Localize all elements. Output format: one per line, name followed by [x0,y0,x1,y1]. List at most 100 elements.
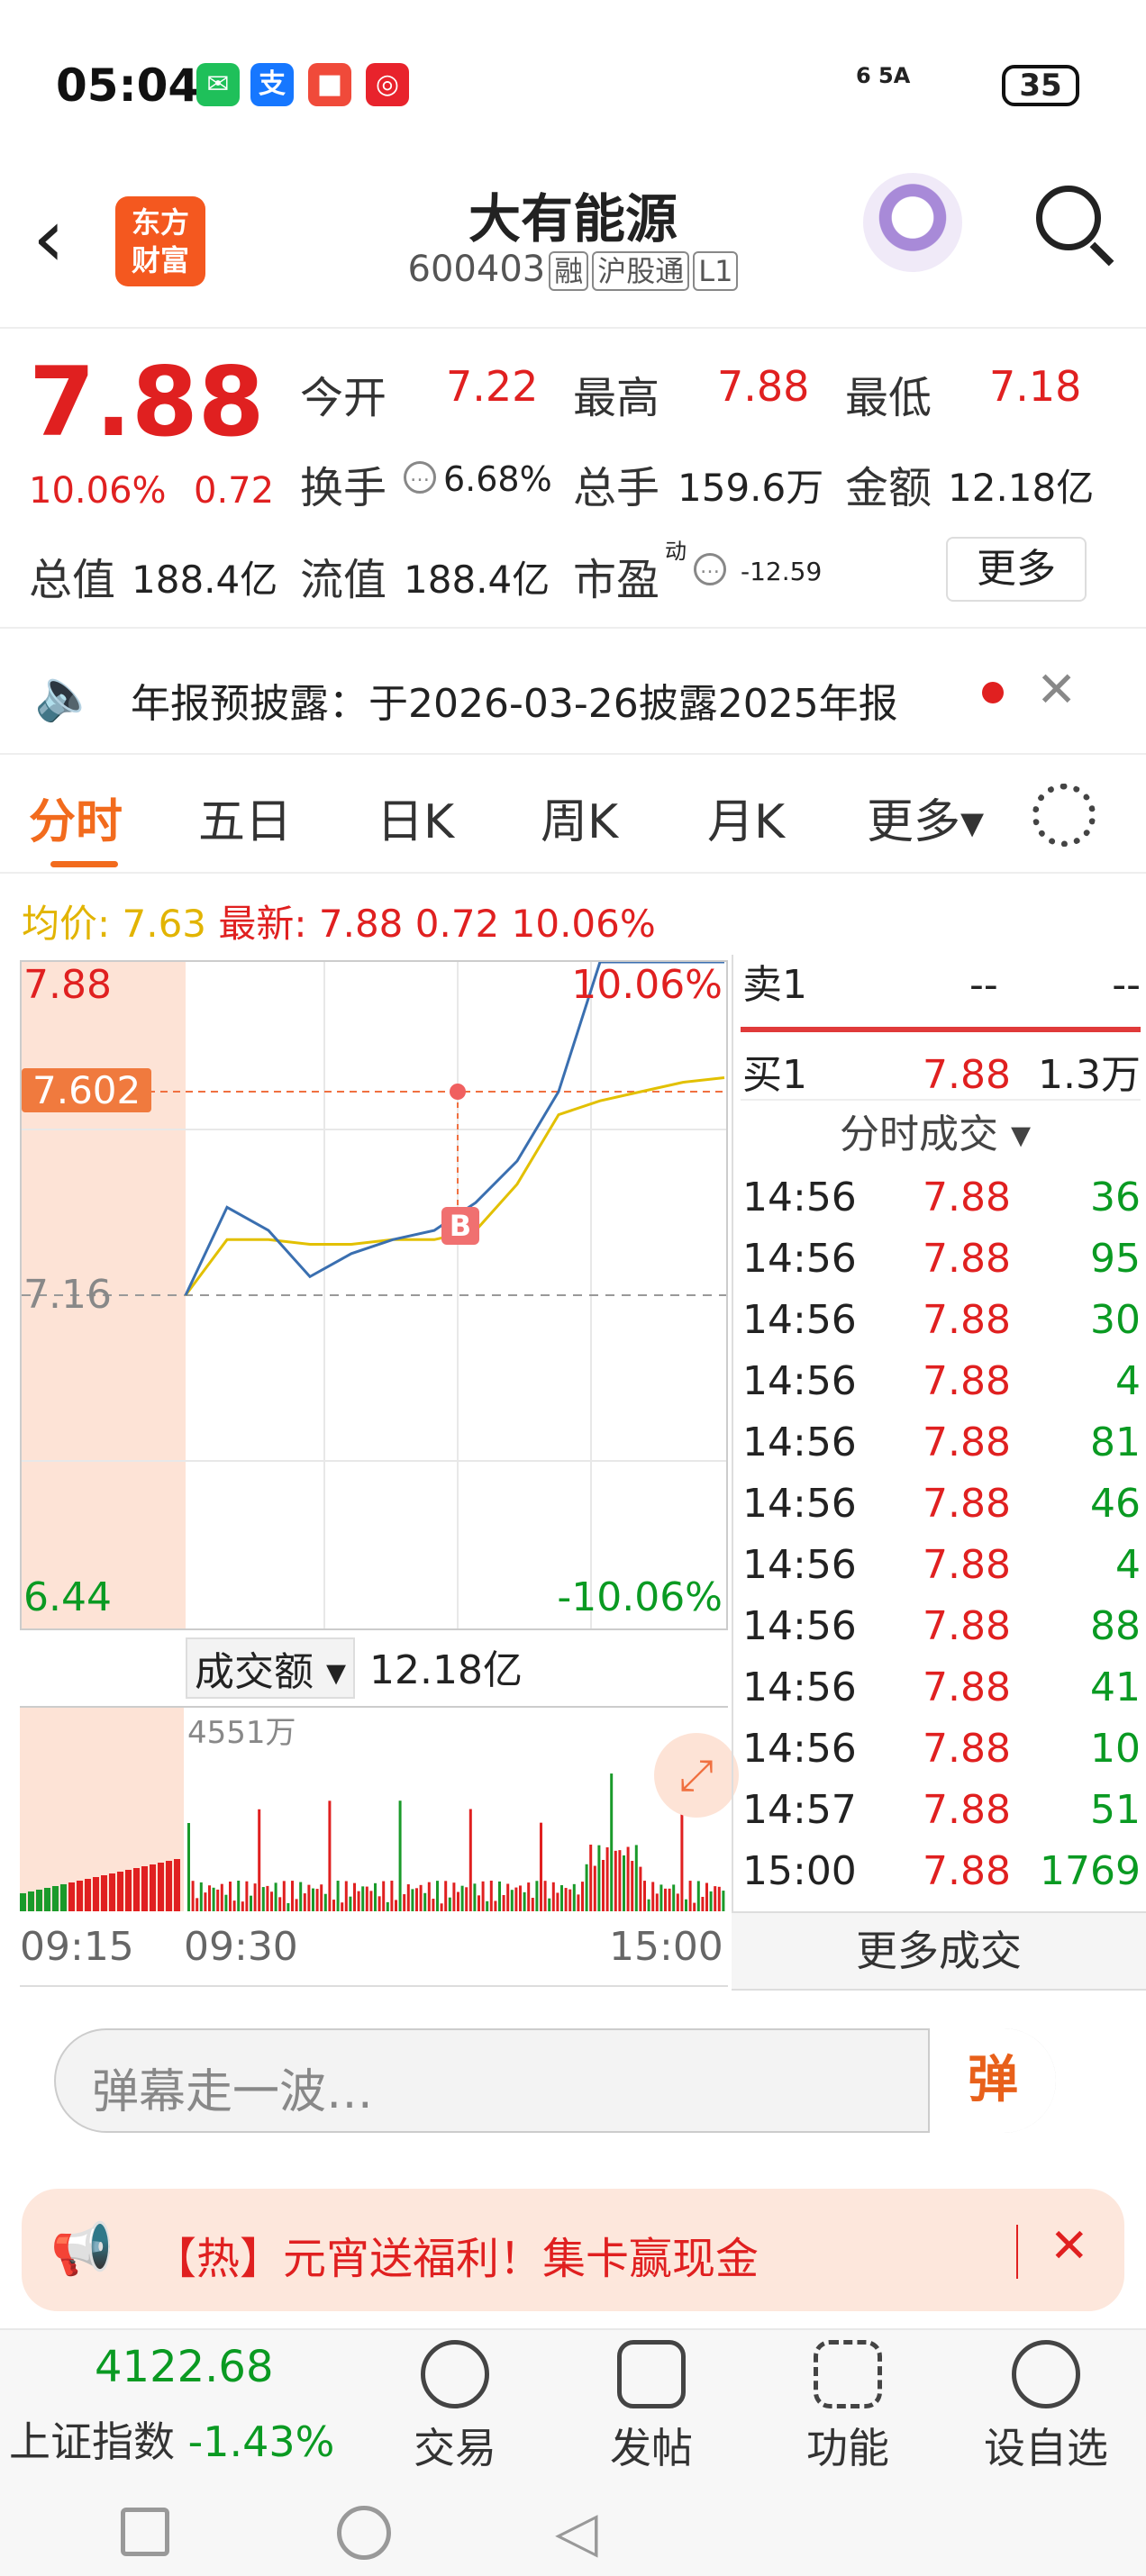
volume-bar [626,1846,630,1911]
volume-bar [411,1889,414,1911]
tag-level: L1 [693,251,739,291]
volume-bar [535,1881,539,1911]
volume-bar [527,1882,531,1911]
volume-bar [714,1886,717,1911]
volume-bar [709,1891,713,1911]
mktcap-value: 188.4亿 [132,558,278,602]
recents-icon[interactable] [121,2508,169,2556]
volume-bar [286,1902,290,1911]
speaker-icon: 🔈 [34,666,97,724]
volume-bar [589,1845,593,1911]
tab-monthly[interactable]: 月K [707,784,785,851]
more-button[interactable]: 更多 [946,537,1087,602]
price-chart[interactable]: 7.88 10.06% 7.602 7.16 6.44 -10.06% B [20,960,728,1630]
change-percent: 10.06% [29,470,167,512]
volume-bar [514,1887,518,1911]
tag-margin: 融 [549,251,589,291]
promo-text[interactable]: 【热】元宵送福利！集卡赢现金 [153,2223,759,2286]
chart-divider [20,1985,728,1987]
volume-bar [303,1893,306,1911]
volume-selector[interactable]: 成交额 ▾ [186,1637,356,1699]
nav-watchlist[interactable]: 设自选 [978,2340,1114,2475]
volume-bar [631,1861,634,1911]
back-nav-icon[interactable]: ◁ [555,2499,598,2564]
volume-bar [668,1888,671,1911]
tab-daily[interactable]: 日K [377,784,454,851]
volume-bar [60,1884,67,1911]
volume-bar [216,1889,220,1911]
tab-five-day[interactable]: 五日 [198,784,292,851]
ticks-selector[interactable]: 分时成交 ▾ [733,1104,1141,1166]
volume-bar [436,1881,439,1911]
volume-bar [639,1866,642,1911]
volume-bar [278,1897,282,1911]
index-info[interactable]: 上证指数 -1.43% [9,2409,334,2469]
avg-price-line [184,1076,725,1296]
volume-bar [568,1889,572,1911]
volume-bar [705,1882,708,1911]
volume-bar [651,1882,655,1911]
amount-label: 金额 [845,463,932,513]
volume-bar [468,1809,472,1911]
volume-bar [133,1868,140,1911]
close-icon[interactable]: ✕ [1036,661,1077,718]
volume-bar [655,1893,659,1911]
volume-value: 159.6万 [678,466,824,510]
volume-bar [332,1900,335,1911]
tab-more[interactable]: 更多▾ [867,784,984,851]
expand-icon[interactable]: ⤢ [654,1733,739,1818]
pe-info-icon[interactable]: … [694,553,726,585]
edit-icon [617,2340,686,2408]
volume-bar [556,1892,559,1911]
nav-functions[interactable]: 功能 [780,2340,915,2475]
volume-bar [481,1881,485,1911]
index-value[interactable]: 4122.68 [95,2342,274,2392]
volume-bar [581,1882,584,1911]
volume-bar [452,1882,456,1911]
volume-bar [634,1845,638,1911]
bottom-pct-label: -10.06% [557,1574,723,1620]
buy-marker[interactable]: B [441,1207,479,1245]
volume-bar [320,1884,323,1911]
volume-bar [20,1893,26,1911]
notice-text[interactable]: 年报预披露：于2026-03-26披露2025年报 [131,671,960,729]
volume-bar [672,1884,676,1911]
pe-sup: 动 [665,539,687,564]
promo-close-icon[interactable]: ✕ [1050,2219,1089,2273]
promo-divider [1016,2225,1018,2279]
video-icon: ■ [308,63,351,106]
volume-bar [307,1884,311,1911]
robot-avatar-icon[interactable] [863,173,962,272]
settings-gear-icon[interactable] [1032,784,1096,847]
search-icon[interactable] [1036,186,1101,250]
volume-bar [623,1855,625,1911]
nav-post[interactable]: 发帖 [584,2340,719,2475]
volume-bar [685,1899,687,1911]
danmu-button[interactable]: 弹 [928,2028,1056,2133]
tab-weekly[interactable]: 周K [541,784,618,851]
volume-bar [551,1882,555,1911]
book-divider [741,1027,1141,1032]
danmu-placeholder[interactable]: 弹幕走一波… [92,2054,373,2121]
volume-bar [494,1900,497,1911]
volume-bar [427,1882,431,1911]
grid-icon [814,2340,882,2408]
volume-bar [166,1861,172,1911]
volume-bar [377,1896,381,1911]
time-end: 15:00 [609,1924,723,1970]
volume-bar [701,1896,705,1911]
volume-bar [174,1859,180,1911]
home-icon[interactable] [337,2506,391,2560]
volume-bar [523,1891,526,1911]
volume-bar [85,1879,91,1911]
more-trades-button[interactable]: 更多成交 [732,1911,1146,1991]
tag-connect: 沪股通 [592,251,690,291]
nav-trade[interactable]: 交易 [387,2340,523,2475]
stock-code: 600403 [407,249,546,290]
info-icon[interactable]: … [404,461,436,494]
volume-bar [353,1882,356,1911]
volume-bar [676,1893,679,1911]
tab-intraday[interactable]: 分时 [29,784,123,851]
volume-bar [344,1881,348,1911]
volume-chart[interactable]: 4551万 ⤢ [20,1706,739,1913]
